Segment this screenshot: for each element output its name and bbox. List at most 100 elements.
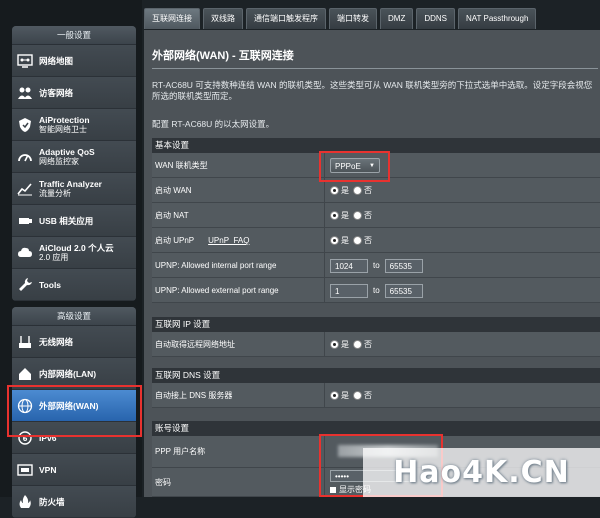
wireless-icon <box>16 333 34 351</box>
lan-icon <box>16 365 34 383</box>
sidebar-item-aiprotection[interactable]: AiProtection 智能网络卫士 <box>12 109 136 141</box>
external-port-from-input[interactable]: 1 <box>330 283 368 298</box>
firewall-icon <box>16 493 34 511</box>
radio-no-label: 否 <box>364 186 372 195</box>
enable-wan-yes-radio[interactable] <box>330 186 339 195</box>
to-label: to <box>373 261 380 270</box>
tab-nat-passthrough[interactable]: NAT Passthrough <box>458 8 537 29</box>
enable-nat-no-radio[interactable] <box>353 211 362 220</box>
sidebar-item-label: 内部网络(LAN) <box>39 368 97 379</box>
sidebar-item-network-map[interactable]: 网络地图 <box>12 45 136 77</box>
sidebar-item-label: Traffic Analyzer <box>39 178 102 189</box>
sidebar-item-usb-apps[interactable]: USB 相关应用 <box>12 205 136 237</box>
sidebar-item-sublabel: 流量分析 <box>39 188 71 198</box>
page-title: 外部网络(WAN) - 互联网连接 <box>152 50 294 62</box>
sidebar-item-guest-network[interactable]: 访客网络 <box>12 77 136 109</box>
internal-range-label: UPNP: Allowed internal port range <box>155 253 325 278</box>
ppp-user-label: PPP 用户名称 <box>155 436 325 468</box>
tab-port-trigger[interactable]: 通信端口触发程序 <box>246 8 326 29</box>
sidebar-item-tools[interactable]: Tools <box>12 269 136 301</box>
highlight-box-wan-type <box>319 151 390 182</box>
row-external-port-range: UPNP: Allowed external port range 1 to 6… <box>152 278 600 303</box>
enable-upnp-label-cell: 启动 UPnP UPnP_FAQ <box>155 228 325 253</box>
radio-yes-label: 是 <box>341 211 349 220</box>
sidebar-item-label: 防火墙 <box>39 496 65 507</box>
sidebar-item-vpn[interactable]: VPN <box>12 454 136 486</box>
usb-icon <box>16 212 34 230</box>
sidebar-item-label: Adaptive QoS <box>39 146 95 157</box>
radio-yes-label: 是 <box>341 236 349 245</box>
sidebar-item-label: USB 相关应用 <box>39 215 94 226</box>
sidebar-item-traffic-analyzer[interactable]: Traffic Analyzer 流量分析 <box>12 173 136 205</box>
sidebar-item-firewall[interactable]: 防火墙 <box>12 486 136 518</box>
vpn-icon <box>16 461 34 479</box>
sidebar-item-sublabel: 智能网络卫士 <box>39 124 87 134</box>
aiprotection-icon <box>16 116 34 134</box>
radio-no-label: 否 <box>364 391 372 400</box>
sidebar-item-adaptive-qos[interactable]: Adaptive QoS 网络监控家 <box>12 141 136 173</box>
upnp-faq-link[interactable]: UPnP_FAQ <box>208 236 249 245</box>
sidebar-item-label: 网络地图 <box>39 55 74 66</box>
radio-no-label: 否 <box>364 236 372 245</box>
guest-network-icon <box>16 84 34 102</box>
auto-dns-yes-radio[interactable] <box>330 391 339 400</box>
enable-nat-label: 启动 NAT <box>155 203 325 228</box>
row-enable-nat: 启动 NAT 是 否 <box>152 203 600 228</box>
watermark: Hao4K.CN <box>363 448 600 497</box>
password-label: 密码 <box>155 468 325 497</box>
sidebar-item-label: 无线网络 <box>39 336 74 347</box>
internal-port-from-input[interactable]: 1024 <box>330 258 368 273</box>
tab-bar: 互联网连接 双线路 通信端口触发程序 端口转发 DMZ DDNS NAT Pas… <box>144 8 539 30</box>
network-map-icon <box>16 52 34 70</box>
auto-dns-no-radio[interactable] <box>353 391 362 400</box>
tab-internet-connection[interactable]: 互联网连接 <box>144 8 200 29</box>
enable-upnp-yes-radio[interactable] <box>330 236 339 245</box>
external-range-label: UPNP: Allowed external port range <box>155 278 325 303</box>
aicloud-icon <box>16 244 34 262</box>
traffic-analyzer-icon <box>16 180 34 198</box>
to-label: to <box>373 286 380 295</box>
radio-no-label: 否 <box>364 211 372 220</box>
auto-ip-yes-radio[interactable] <box>330 340 339 349</box>
page-subdescription: 配置 RT-AC68U 的以太网设置。 <box>152 119 275 129</box>
tab-dmz[interactable]: DMZ <box>380 8 414 29</box>
general-settings-header: 一般设置 <box>12 26 136 45</box>
page-description: RT-AC68U 可支持数种连结 WAN 的联机类型。这些类型可从 WAN 联机… <box>152 80 593 101</box>
radio-yes-label: 是 <box>341 186 349 195</box>
tab-ddns[interactable]: DDNS <box>416 8 455 29</box>
sidebar-item-label: 访客网络 <box>39 87 74 98</box>
auto-ip-label: 自动取得远程网络地址 <box>155 332 325 357</box>
tab-port-forwarding[interactable]: 端口转发 <box>329 8 377 29</box>
tab-dual-wan[interactable]: 双线路 <box>203 8 243 29</box>
general-settings-group: 一般设置 网络地图 访客网络 AiProtection 智能网络卫士 Adapti… <box>12 26 136 301</box>
row-internal-port-range: UPNP: Allowed internal port range 1024 t… <box>152 253 600 278</box>
sidebar-item-label: AiCloud 2.0 个人云 <box>39 242 114 253</box>
sidebar-item-sublabel: 网络监控家 <box>39 156 79 166</box>
external-port-to-input[interactable]: 65535 <box>384 283 423 298</box>
sidebar-item-wireless[interactable]: 无线网络 <box>12 326 136 358</box>
sidebar-item-label: VPN <box>39 464 57 475</box>
row-auto-dns: 自动接上 DNS 服务器 是 否 <box>152 383 600 408</box>
section-dns-header: 互联网 DNS 设置 <box>152 368 600 383</box>
section-ip-header: 互联网 IP 设置 <box>152 317 600 332</box>
qos-icon <box>16 148 34 166</box>
auto-dns-label: 自动接上 DNS 服务器 <box>155 383 325 408</box>
sidebar-item-aicloud[interactable]: AiCloud 2.0 个人云 2.0 应用 <box>12 237 136 269</box>
auto-ip-no-radio[interactable] <box>353 340 362 349</box>
enable-wan-no-radio[interactable] <box>353 186 362 195</box>
radio-no-label: 否 <box>364 340 372 349</box>
wan-type-label: WAN 联机类型 <box>155 153 325 178</box>
radio-yes-label: 是 <box>341 340 349 349</box>
enable-upnp-no-radio[interactable] <box>353 236 362 245</box>
wrench-icon <box>16 276 34 294</box>
sidebar-item-sublabel: 2.0 应用 <box>39 252 69 262</box>
main-panel: 外部网络(WAN) - 互联网连接 RT-AC68U 可支持数种连结 WAN 的… <box>144 30 600 497</box>
sidebar-item-label: AiProtection <box>39 114 90 125</box>
enable-nat-yes-radio[interactable] <box>330 211 339 220</box>
advanced-settings-header: 高级设置 <box>12 307 136 326</box>
radio-yes-label: 是 <box>341 391 349 400</box>
enable-upnp-label: 启动 UPnP <box>155 236 195 245</box>
highlight-box-wan <box>7 385 142 437</box>
enable-wan-label: 启动 WAN <box>155 178 325 203</box>
internal-port-to-input[interactable]: 65535 <box>384 258 423 273</box>
